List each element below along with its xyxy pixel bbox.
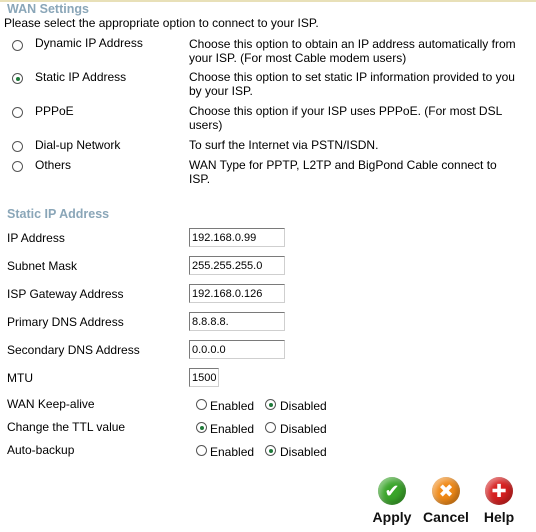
keep-alive-disabled-radio[interactable] [265,399,276,410]
field-label-gateway: ISP Gateway Address [7,287,124,301]
primary-dns-input[interactable] [189,312,285,331]
wan-intro-text: Please select the appropriate option to … [4,16,319,30]
radio-pppoe[interactable] [12,107,23,118]
secondary-dns-input[interactable] [189,340,285,359]
help-button[interactable]: ✚ Help [476,477,522,525]
option-desc-others: WAN Type for PPTP, L2TP and BigPond Cabl… [189,158,497,186]
option-desc-static-ip: Choose this option to set static IP info… [189,70,515,98]
ttl-enabled-label: Enabled [210,422,255,436]
field-label-secondary-dns: Secondary DNS Address [7,343,140,357]
radio-dynamic-ip[interactable] [12,40,23,51]
cancel-button[interactable]: ✖ Cancel [419,477,473,525]
auto-backup-disabled-label: Disabled [280,445,327,459]
toggle-label-ttl: Change the TTL value [7,420,126,434]
mtu-input[interactable] [189,368,219,387]
auto-backup-enabled-radio[interactable] [196,445,207,456]
plus-icon: ✚ [485,477,513,505]
ttl-enabled-radio[interactable] [196,422,207,433]
gateway-input[interactable] [189,284,285,303]
keep-alive-disabled-label: Disabled [280,399,327,413]
check-icon: ✔ [378,477,406,505]
option-desc-dynamic-ip: Choose this option to obtain an IP addre… [189,37,516,65]
option-label-dynamic-ip: Dynamic IP Address [35,36,143,50]
cancel-button-label: Cancel [423,509,469,525]
help-button-label: Help [483,509,515,525]
ttl-disabled-radio[interactable] [265,422,276,433]
auto-backup-enabled-label: Enabled [210,445,255,459]
keep-alive-enabled-radio[interactable] [196,399,207,410]
radio-static-ip[interactable] [12,73,23,84]
toggle-label-keep-alive: WAN Keep-alive [7,397,95,411]
radio-others[interactable] [12,161,23,172]
toggle-label-auto-backup: Auto-backup [7,443,75,457]
option-label-static-ip: Static IP Address [35,70,127,84]
field-label-subnet-mask: Subnet Mask [7,259,78,273]
field-label-mtu: MTU [7,371,33,385]
apply-button-label: Apply [372,509,412,525]
x-icon: ✖ [432,477,460,505]
apply-button[interactable]: ✔ Apply [366,477,418,525]
auto-backup-disabled-radio[interactable] [265,445,276,456]
subnet-mask-input[interactable] [189,256,285,275]
keep-alive-enabled-label: Enabled [210,399,255,413]
field-label-ip-address: IP Address [7,231,65,245]
option-desc-pppoe: Choose this option if your ISP uses PPPo… [189,104,502,132]
field-label-primary-dns: Primary DNS Address [7,315,124,329]
option-label-pppoe: PPPoE [35,104,74,118]
radio-dial-up[interactable] [12,141,23,152]
option-desc-dial-up: To surf the Internet via PSTN/ISDN. [189,138,379,152]
wan-settings-title: WAN Settings [7,2,89,16]
static-ip-title: Static IP Address [7,207,110,221]
option-label-others: Others [35,158,72,172]
ip-address-input[interactable] [189,228,285,247]
option-label-dial-up: Dial-up Network [35,138,121,152]
ttl-disabled-label: Disabled [280,422,327,436]
